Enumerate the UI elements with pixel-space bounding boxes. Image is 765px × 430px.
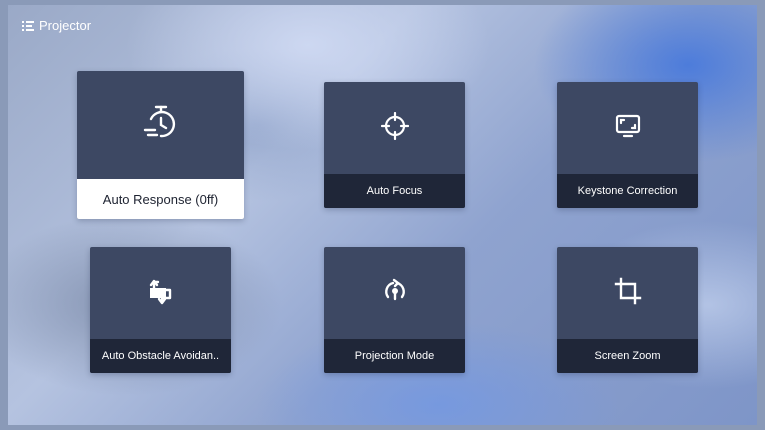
tile-auto-response[interactable]: Auto Response (0ff): [77, 71, 244, 219]
tile-projection-mode[interactable]: Projection Mode: [324, 247, 465, 373]
projection-mode-icon: [381, 277, 409, 310]
tile-screen-zoom[interactable]: Screen Zoom: [557, 247, 698, 373]
menu-list-icon[interactable]: [22, 20, 34, 32]
obstacle-avoidance-icon: [146, 276, 176, 311]
tile-auto-focus[interactable]: Auto Focus: [324, 82, 465, 208]
tile-label: Auto Response (0ff): [77, 179, 244, 219]
keystone-screen-icon: [614, 112, 642, 145]
background: Projector Auto Response (0ff) Auto Focus…: [8, 5, 757, 425]
tile-label: Screen Zoom: [557, 339, 698, 373]
app-header: Projector: [22, 18, 91, 33]
crop-icon: [613, 276, 643, 311]
tile-label: Keystone Correction: [557, 174, 698, 208]
tile-label: Projection Mode: [324, 339, 465, 373]
tile-label: Auto Obstacle Avoidan..: [90, 339, 231, 373]
tile-label: Auto Focus: [324, 174, 465, 208]
tile-auto-obstacle-avoidance[interactable]: Auto Obstacle Avoidan..: [90, 247, 231, 373]
tile-keystone-correction[interactable]: Keystone Correction: [557, 82, 698, 208]
timer-icon: [141, 103, 181, 148]
page-title: Projector: [39, 18, 92, 33]
crosshair-icon: [380, 111, 409, 145]
